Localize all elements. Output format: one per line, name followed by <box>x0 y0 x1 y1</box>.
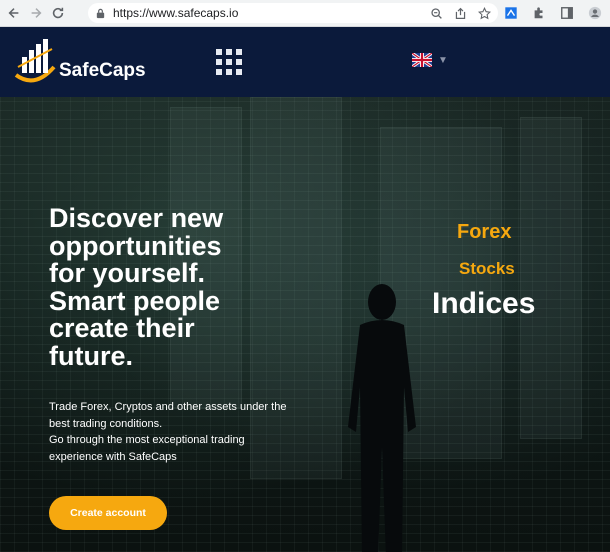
hero-section: Discover new opportunities for yourself.… <box>0 97 610 552</box>
person-silhouette <box>348 284 416 552</box>
apps-grid-icon[interactable] <box>216 49 242 75</box>
description-line: Trade Forex, Cryptos and other assets un… <box>49 401 287 413</box>
headline-line: Discover new <box>49 203 224 233</box>
asset-word-indices: Indices <box>432 287 536 320</box>
language-selector[interactable]: ▼ <box>412 53 448 67</box>
uk-flag-icon <box>412 53 432 67</box>
profile-avatar[interactable] <box>586 4 604 22</box>
zoom-icon[interactable] <box>428 5 444 21</box>
url-text: https://www.safecaps.io <box>113 6 239 20</box>
description-line: best trading conditions. <box>49 417 163 430</box>
bookmark-star-icon[interactable] <box>476 5 492 21</box>
site-header: SafeCaps ▼ <box>0 27 610 97</box>
reload-icon[interactable] <box>47 2 69 24</box>
forward-icon[interactable] <box>25 2 47 24</box>
headline-line: Smart people <box>49 285 221 316</box>
share-icon[interactable] <box>452 5 468 21</box>
lock-icon <box>95 7 107 19</box>
hero-headline: Discover new opportunities for yourself.… <box>49 203 309 371</box>
description-line: experience with SafeCaps <box>49 450 177 463</box>
puzzle-icon[interactable] <box>530 4 548 22</box>
headline-line: for yourself. <box>49 258 206 288</box>
headline-line: opportunities <box>49 230 222 261</box>
logo-text: SafeCaps <box>59 60 146 81</box>
safecaps-logo[interactable]: SafeCaps <box>12 37 146 87</box>
asset-word-forex: Forex <box>457 221 512 243</box>
back-icon[interactable] <box>3 2 25 24</box>
extension-icon[interactable] <box>502 4 520 22</box>
description-line: Go through the most exceptional trading <box>49 434 245 446</box>
chevron-down-icon: ▼ <box>438 54 448 66</box>
asset-word-stocks: Stocks <box>459 259 515 278</box>
side-panel-icon[interactable] <box>558 4 576 22</box>
headline-line: create their <box>49 313 195 343</box>
browser-toolbar: https://www.safecaps.io <box>0 0 610 27</box>
safecaps-logo-icon <box>14 39 56 83</box>
background-building <box>520 117 582 439</box>
create-account-button[interactable]: Create account <box>49 496 167 530</box>
hero-description: Trade Forex, Cryptos and other assets un… <box>49 399 299 465</box>
headline-line: future. <box>49 340 133 371</box>
address-bar[interactable]: https://www.safecaps.io <box>88 3 498 23</box>
